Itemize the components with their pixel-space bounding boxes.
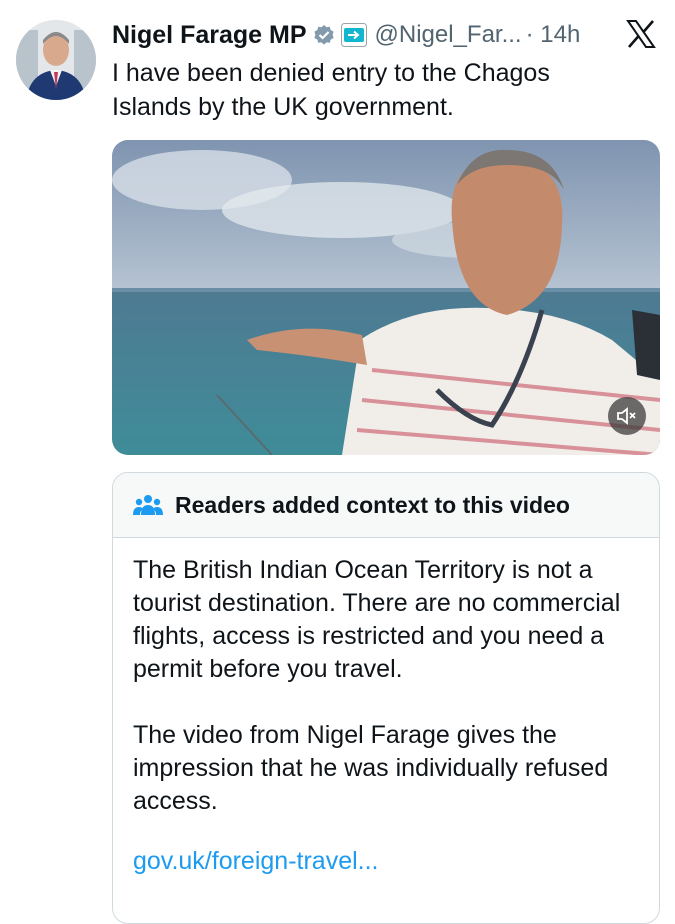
- note-paragraph: The video from Nigel Farage gives the im…: [133, 721, 609, 815]
- mute-button[interactable]: [608, 397, 646, 435]
- verified-badge-icon: [313, 25, 334, 45]
- tweet-time[interactable]: · 14h: [526, 21, 581, 49]
- author-name[interactable]: Nigel Farage MP: [112, 21, 307, 50]
- community-note-body: The British Indian Ocean Territory is no…: [113, 538, 659, 818]
- avatar-photo: [16, 20, 96, 100]
- author-avatar[interactable]: [16, 20, 96, 100]
- tweet-text: I have been denied entry to the Chagos I…: [112, 59, 550, 121]
- note-paragraph: The British Indian Ocean Territory is no…: [133, 556, 621, 683]
- tweet-video[interactable]: [112, 140, 660, 455]
- author-handle[interactable]: @Nigel_Far...: [375, 21, 522, 49]
- x-logo-icon[interactable]: [625, 18, 657, 50]
- video-frame: [112, 140, 660, 455]
- volume-muted-icon: [617, 407, 636, 425]
- community-note-header[interactable]: Readers added context to this video: [113, 473, 659, 538]
- community-note-title: Readers added context to this video: [175, 491, 570, 518]
- readers-people-icon: [133, 495, 163, 515]
- community-note: Readers added context to this video The …: [112, 472, 660, 924]
- reform-uk-affiliation-icon[interactable]: [340, 23, 367, 47]
- note-source-link[interactable]: gov.uk/foreign-travel...: [133, 847, 378, 875]
- tweet-header: Nigel Farage MP @Nigel_Far... · 14h: [112, 18, 655, 52]
